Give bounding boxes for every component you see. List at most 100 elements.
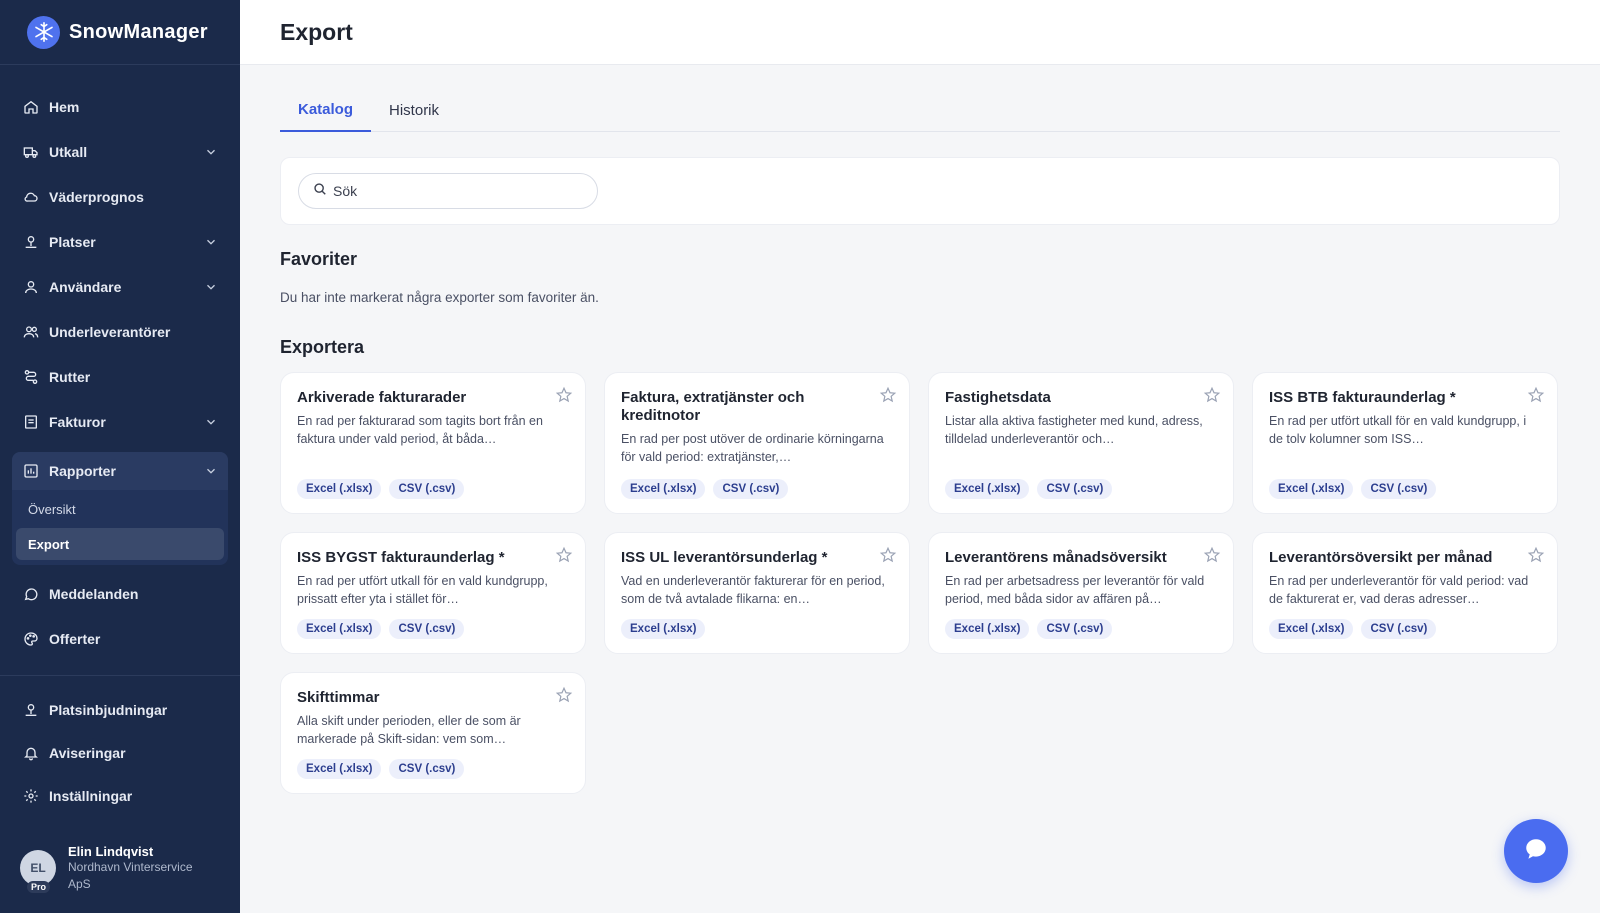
sidebar-item-underleverantorer[interactable]: Underleverantörer xyxy=(0,309,240,354)
format-chip-xlsx[interactable]: Excel (.xlsx) xyxy=(945,479,1030,499)
sidebar-item-rutter[interactable]: Rutter xyxy=(0,354,240,399)
user-organization: Nordhavn Vinterservice ApS xyxy=(68,859,193,891)
format-chips: Excel (.xlsx) CSV (.csv) xyxy=(297,759,465,779)
format-chip-csv[interactable]: CSV (.csv) xyxy=(389,479,465,499)
favorite-star-icon[interactable] xyxy=(1527,546,1545,564)
chevron-down-icon xyxy=(204,235,218,249)
export-card[interactable]: ISS BYGST fakturaunderlag * En rad per u… xyxy=(280,532,586,654)
export-card[interactable]: Leverantörsöversikt per månad En rad per… xyxy=(1252,532,1558,654)
sidebar-item-fakturor[interactable]: Fakturor xyxy=(0,399,240,444)
export-card[interactable]: Skifttimmar Alla skift under perioden, e… xyxy=(280,672,586,794)
home-icon xyxy=(22,98,40,116)
sidebar-item-meddelanden[interactable]: Meddelanden xyxy=(0,571,240,616)
sidebar-group-rapporter: Rapporter Översikt Export xyxy=(12,452,228,565)
sidebar: SnowManager Hem Utkall Väderprognos Plat… xyxy=(0,0,240,913)
tab-bar: Katalog Historik xyxy=(280,65,1560,132)
export-card[interactable]: Arkiverade fakturarader En rad per faktu… xyxy=(280,372,586,514)
favorites-title: Favoriter xyxy=(280,249,358,269)
exports-title: Exportera xyxy=(280,337,365,357)
avatar: EL Pro xyxy=(20,850,56,893)
sidebar-item-aviseringar[interactable]: Aviseringar xyxy=(0,731,240,774)
favorite-star-icon[interactable] xyxy=(879,386,897,404)
palette-icon xyxy=(22,630,40,648)
chat-bubble-icon xyxy=(22,585,40,603)
search-box[interactable] xyxy=(298,173,598,209)
chevron-down-icon xyxy=(204,415,218,429)
sidebar-item-installningar[interactable]: Inställningar xyxy=(0,774,240,817)
export-card-title: Leverantörens månadsöversikt xyxy=(945,549,1167,566)
export-card-description: En rad per utfört utkall för en vald kun… xyxy=(297,574,548,606)
export-card[interactable]: Faktura, extratjänster och kreditnotor E… xyxy=(604,372,910,514)
sidebar-item-platser[interactable]: Platser xyxy=(0,219,240,264)
export-card-description: Vad en underleverantör fakturerar för en… xyxy=(621,574,885,606)
chat-launcher-button[interactable] xyxy=(1504,819,1568,883)
invoice-icon xyxy=(22,413,40,431)
search-panel xyxy=(280,157,1560,225)
format-chip-csv[interactable]: CSV (.csv) xyxy=(1361,479,1437,499)
export-card-description: Alla skift under perioden, eller de som … xyxy=(297,714,521,746)
format-chip-xlsx[interactable]: Excel (.xlsx) xyxy=(1269,479,1354,499)
format-chips: Excel (.xlsx) CSV (.csv) xyxy=(621,479,789,499)
sidebar-item-vaderprognos[interactable]: Väderprognos xyxy=(0,174,240,219)
format-chips: Excel (.xlsx) CSV (.csv) xyxy=(297,619,465,639)
format-chips: Excel (.xlsx) CSV (.csv) xyxy=(297,479,465,499)
snowflake-icon xyxy=(27,15,60,49)
export-card[interactable]: ISS UL leverantörsunderlag * Vad en unde… xyxy=(604,532,910,654)
user-name: Elin Lindqvist xyxy=(68,843,154,859)
sidebar-item-anvandare[interactable]: Användare xyxy=(0,264,240,309)
users-icon xyxy=(22,323,40,341)
favorites-empty-text: Du har inte markerat några exporter som … xyxy=(280,290,599,305)
format-chip-csv[interactable]: CSV (.csv) xyxy=(1037,479,1113,499)
tab-katalog[interactable]: Katalog xyxy=(280,88,372,132)
sidebar-item-offerter[interactable]: Offerter xyxy=(0,616,240,661)
brand-name: SnowManager xyxy=(69,20,208,43)
brand[interactable]: SnowManager xyxy=(0,0,240,65)
format-chip-xlsx[interactable]: Excel (.xlsx) xyxy=(297,619,382,639)
favorite-star-icon[interactable] xyxy=(1203,546,1221,564)
sidebar-item-platsinbjudningar[interactable]: Platsinbjudningar xyxy=(0,688,240,731)
search-input[interactable] xyxy=(333,183,583,199)
export-card[interactable]: Leverantörens månadsöversikt En rad per … xyxy=(928,532,1234,654)
page-header: Export xyxy=(240,0,1600,65)
favorite-star-icon[interactable] xyxy=(555,686,573,704)
export-card[interactable]: Fastighetsdata Listar alla aktiva fastig… xyxy=(928,372,1234,514)
page-title: Export xyxy=(280,18,353,45)
favorite-star-icon[interactable] xyxy=(1527,386,1545,404)
sidebar-item-rapporter[interactable]: Rapporter xyxy=(12,452,228,490)
sidebar-item-utkall[interactable]: Utkall xyxy=(0,129,240,174)
format-chip-xlsx[interactable]: Excel (.xlsx) xyxy=(297,479,382,499)
main-content: Katalog Historik Favoriter Du har inte m… xyxy=(280,65,1560,794)
export-card-title: Faktura, extratjänster och kreditnotor xyxy=(621,389,805,424)
chat-bubble-icon xyxy=(1523,836,1549,867)
export-card-description: Listar alla aktiva fastigheter med kund,… xyxy=(945,414,1203,446)
location-invite-icon xyxy=(22,701,40,719)
format-chip-xlsx[interactable]: Excel (.xlsx) xyxy=(297,759,382,779)
format-chips: Excel (.xlsx) CSV (.csv) xyxy=(1269,619,1437,639)
format-chip-xlsx[interactable]: Excel (.xlsx) xyxy=(621,479,706,499)
export-catalog-grid: Arkiverade fakturarader En rad per faktu… xyxy=(280,372,1560,794)
favorite-star-icon[interactable] xyxy=(555,546,573,564)
format-chip-csv[interactable]: CSV (.csv) xyxy=(389,619,465,639)
format-chip-csv[interactable]: CSV (.csv) xyxy=(713,479,789,499)
gear-icon xyxy=(22,787,40,805)
format-chip-xlsx[interactable]: Excel (.xlsx) xyxy=(945,619,1030,639)
format-chip-csv[interactable]: CSV (.csv) xyxy=(1361,619,1437,639)
export-card-description: En rad per fakturarad som tagits bort fr… xyxy=(297,414,543,446)
favorite-star-icon[interactable] xyxy=(1203,386,1221,404)
format-chip-csv[interactable]: CSV (.csv) xyxy=(389,759,465,779)
user-profile[interactable]: EL Pro Elin Lindqvist Nordhavn Vinterser… xyxy=(0,823,240,913)
tab-historik[interactable]: Historik xyxy=(371,88,457,132)
favorite-star-icon[interactable] xyxy=(555,386,573,404)
favorite-star-icon[interactable] xyxy=(879,546,897,564)
chevron-down-icon xyxy=(204,145,218,159)
export-card[interactable]: ISS BTB fakturaunderlag * En rad per utf… xyxy=(1252,372,1558,514)
sidebar-divider xyxy=(0,675,240,676)
plan-badge: Pro xyxy=(27,881,51,893)
format-chip-csv[interactable]: CSV (.csv) xyxy=(1037,619,1113,639)
sidebar-subitem-oversikt[interactable]: Översikt xyxy=(16,493,224,525)
format-chip-xlsx[interactable]: Excel (.xlsx) xyxy=(1269,619,1354,639)
route-icon xyxy=(22,368,40,386)
sidebar-subitem-export[interactable]: Export xyxy=(16,528,224,560)
sidebar-item-hem[interactable]: Hem xyxy=(0,84,240,129)
format-chip-xlsx[interactable]: Excel (.xlsx) xyxy=(621,619,706,639)
